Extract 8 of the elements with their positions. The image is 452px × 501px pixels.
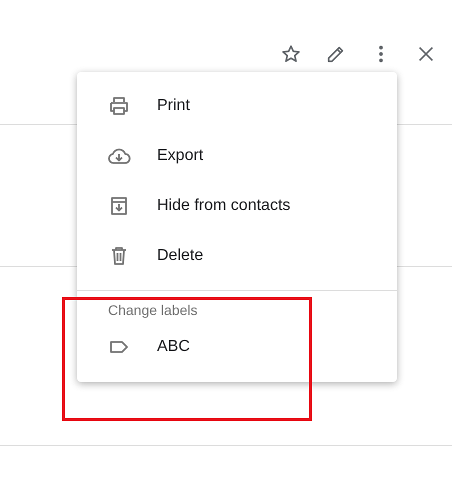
printer-icon xyxy=(107,94,131,118)
star-icon[interactable] xyxy=(280,43,302,65)
menu-item[interactable]: Hide from contacts xyxy=(77,181,397,231)
menu-item[interactable]: ABC xyxy=(77,322,397,372)
menu-item[interactable]: Print xyxy=(77,81,397,131)
menu-item[interactable]: Export xyxy=(77,131,397,181)
section-title: Change labels xyxy=(107,301,199,320)
menu-item[interactable]: Delete xyxy=(77,231,397,281)
